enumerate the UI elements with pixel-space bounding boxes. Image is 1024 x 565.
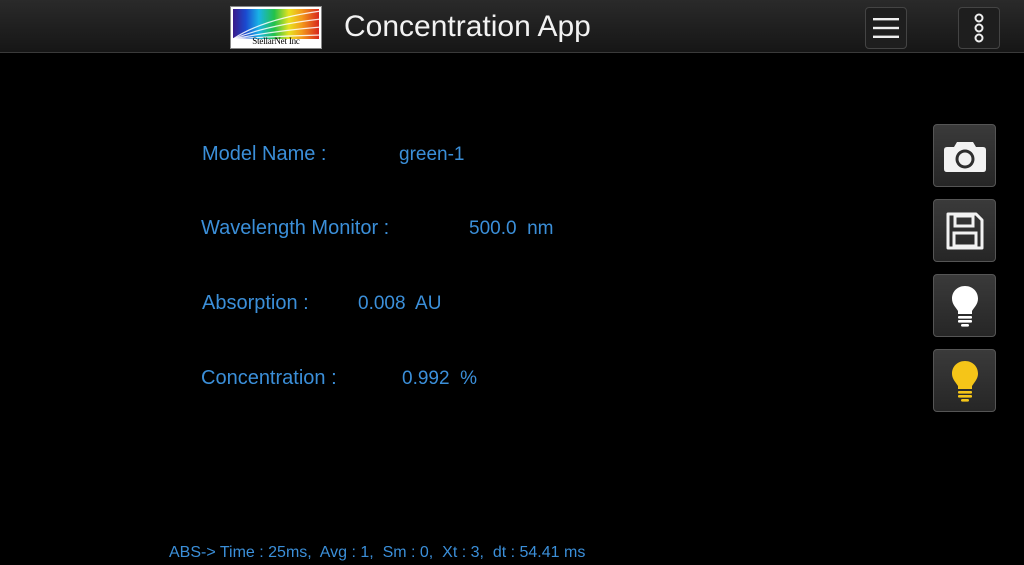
absorption-label: Absorption : <box>202 292 309 314</box>
capture-button[interactable] <box>933 124 996 187</box>
concentration-label: Concentration : <box>201 367 337 389</box>
top-app-bar: StellarNet Inc Concentration App <box>0 0 1024 53</box>
wavelength-monitor-value: 500.0 nm <box>469 218 554 239</box>
light-reference-button[interactable] <box>933 349 996 412</box>
lightbulb-yellow-icon <box>951 360 978 402</box>
hamburger-menu-icon <box>873 18 899 38</box>
status-bar-text: ABS-> Time : 25ms, Avg : 1, Sm : 0, Xt :… <box>169 544 586 561</box>
concentration-value: 0.992 % <box>402 368 477 389</box>
model-name-label: Model Name : <box>202 143 327 165</box>
save-button[interactable] <box>933 199 996 262</box>
wavelength-monitor-label: Wavelength Monitor : <box>201 217 390 239</box>
logo-spectrum <box>233 9 321 39</box>
app-root: StellarNet Inc Concentration App Model N… <box>0 0 1024 565</box>
model-name-value: green-1 <box>399 144 465 165</box>
stellarnet-logo: StellarNet Inc <box>230 6 322 49</box>
camera-icon <box>943 141 986 172</box>
absorption-value: 0.008 AU <box>358 293 442 314</box>
menu-button[interactable] <box>865 7 907 49</box>
lightbulb-white-icon <box>951 285 978 327</box>
logo-text: StellarNet Inc <box>252 36 300 46</box>
overflow-menu-button[interactable] <box>958 7 1000 49</box>
vertical-dots-icon <box>974 13 984 43</box>
app-title: Concentration App <box>344 10 591 43</box>
dark-reference-button[interactable] <box>933 274 996 337</box>
floppy-disk-icon <box>946 212 983 249</box>
